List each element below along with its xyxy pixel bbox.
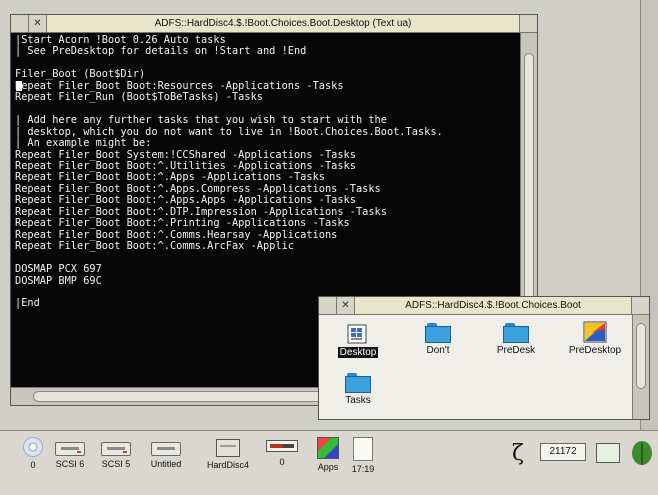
text-window-title: ADFS::HardDisc4.$.!Boot.Choices.Boot.Des… [154, 18, 412, 29]
scroll-thumb[interactable] [524, 53, 534, 327]
text-window-titlebar[interactable]: ✕ ADFS::HardDisc4.$.!Boot.Choices.Boot.D… [11, 15, 537, 33]
hard-drive-icon [101, 442, 131, 456]
folder-item-tasks[interactable]: Tasks [323, 373, 393, 406]
cd-label: 0 [30, 460, 36, 470]
file-label: Don't [426, 345, 450, 356]
floppy-drive-icon [151, 442, 181, 456]
file-label: PreDesk [496, 345, 536, 356]
text-cursor [16, 81, 22, 91]
folder-icon [503, 323, 529, 343]
apps-icon[interactable]: Apps [310, 437, 346, 472]
zeta-icon[interactable]: ζ [508, 443, 528, 465]
icon-bar: 0 SCSI 6 SCSI 5 Untitled HardDisc4 0 App… [0, 430, 658, 495]
floppy-drive[interactable]: Untitled [144, 437, 188, 469]
close-button[interactable]: ✕ [29, 15, 47, 32]
filer-window-title: ADFS::HardDisc4.$.!Boot.Choices.Boot [405, 300, 581, 311]
file-label: Tasks [345, 395, 371, 406]
cd-drive-icon[interactable]: 0 [18, 437, 48, 470]
folder-icon [345, 373, 371, 393]
scroll-thumb[interactable] [636, 323, 646, 389]
predesktop-file-icon [583, 321, 607, 343]
hard-drive-icon [55, 442, 85, 456]
back-button[interactable] [319, 297, 337, 314]
ram-disc-icon [266, 440, 298, 452]
untitled-label: Untitled [150, 459, 182, 469]
free-memory[interactable]: 21172 [540, 443, 586, 461]
close-button[interactable]: ✕ [337, 297, 355, 314]
harddisc4-drive[interactable]: HardDisc4 [200, 437, 256, 470]
file-label: PreDesktop [568, 345, 622, 356]
alarm-clock[interactable]: 17:19 [348, 437, 378, 474]
vertical-scrollbar[interactable] [632, 315, 649, 419]
ram-label: 0 [279, 457, 285, 467]
apps-palette-icon [317, 437, 339, 459]
toggle-size-button[interactable] [519, 15, 537, 32]
cd-icon [23, 437, 43, 457]
harddisc-label: HardDisc4 [206, 460, 249, 470]
filer-content[interactable]: Desktop Don't PreDesk PreDesktop Tasks [319, 315, 632, 419]
acorn-icon[interactable] [630, 439, 654, 469]
scsi5-label: SCSI 5 [101, 459, 131, 469]
scsi5-drive[interactable]: SCSI 5 [96, 437, 136, 469]
leaf-icon [632, 441, 652, 465]
toggle-size-button[interactable] [631, 297, 649, 314]
scsi6-label: SCSI 6 [55, 459, 85, 469]
file-item-predesktop[interactable]: PreDesktop [555, 321, 635, 356]
folder-item-dont[interactable]: Don't [403, 323, 473, 356]
filer-window[interactable]: ✕ ADFS::HardDisc4.$.!Boot.Choices.Boot D… [318, 296, 650, 420]
folder-item-predesk[interactable]: PreDesk [481, 323, 551, 356]
file-item-desktop[interactable]: Desktop [323, 323, 393, 358]
desktop-file-icon [347, 324, 367, 344]
display-icon[interactable] [596, 443, 620, 463]
apps-label: Apps [317, 462, 339, 472]
free-memory-value: 21172 [540, 443, 586, 461]
text-content[interactable]: |Start Acorn !Boot 0.26 Auto tasks | See… [11, 33, 520, 312]
file-label: Desktop [337, 347, 379, 358]
filer-window-titlebar[interactable]: ✕ ADFS::HardDisc4.$.!Boot.Choices.Boot [319, 297, 649, 315]
clock-label: 17:19 [351, 464, 375, 474]
scsi6-drive[interactable]: SCSI 6 [50, 437, 90, 469]
hard-disc-icon [216, 439, 240, 457]
clock-icon [353, 437, 373, 461]
folder-icon [425, 323, 451, 343]
ram-disc[interactable]: 0 [260, 437, 304, 467]
monitor-icon [596, 443, 620, 463]
back-button[interactable] [11, 15, 29, 32]
